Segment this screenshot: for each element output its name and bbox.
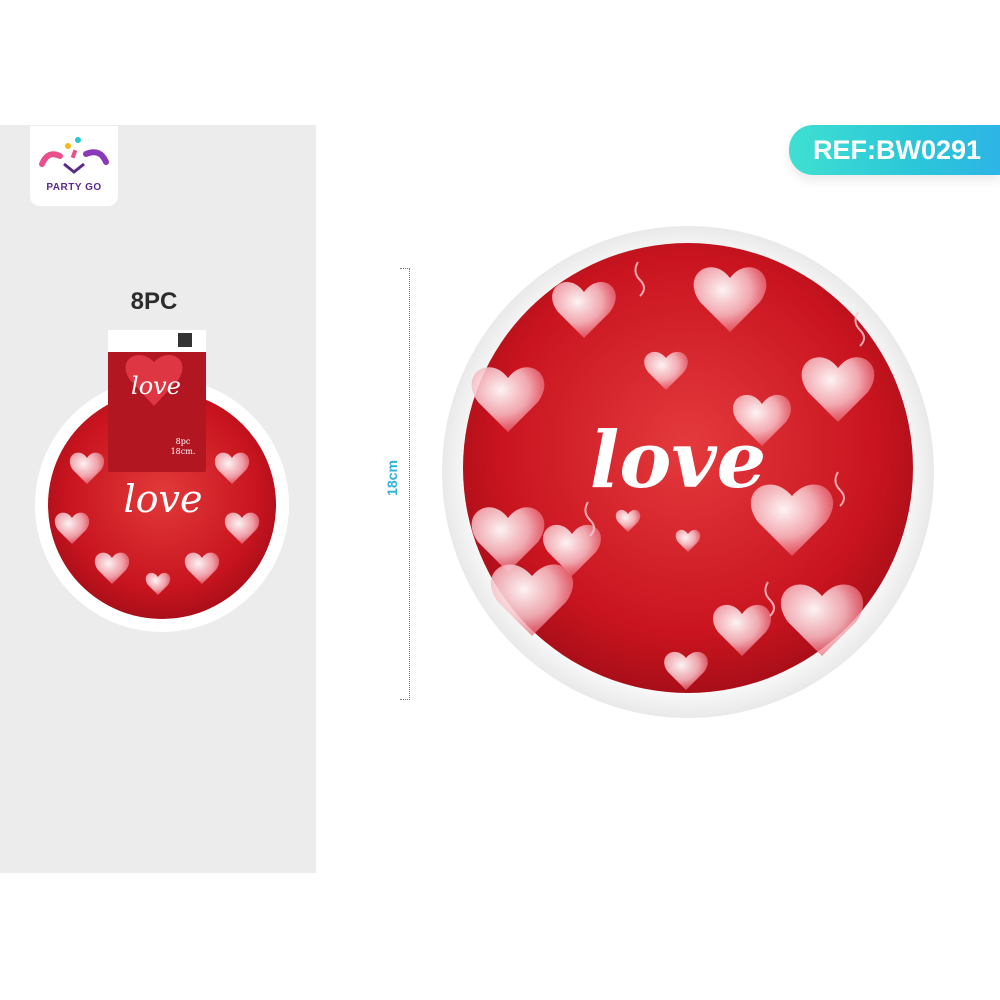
package-size: 18cm. <box>171 447 196 456</box>
package-text: love <box>131 372 181 400</box>
brand-name: PARTY GO <box>46 182 102 193</box>
reference-badge: REF:BW0291 <box>789 125 1000 175</box>
plate-image: love <box>442 226 934 718</box>
confetti-icon <box>39 137 109 174</box>
qr-code-icon <box>178 333 192 347</box>
quantity-label: 8PC <box>130 288 178 315</box>
plate-text: love <box>590 415 767 506</box>
dimension-label: 18cm <box>384 460 400 496</box>
package-qty: 8pc <box>176 437 191 446</box>
dimension-line <box>399 268 410 700</box>
package-preview: love love 8pc 18cm. <box>35 330 289 632</box>
brand-logo: PARTY GO <box>30 126 118 206</box>
small-plate-text: love <box>124 477 203 521</box>
